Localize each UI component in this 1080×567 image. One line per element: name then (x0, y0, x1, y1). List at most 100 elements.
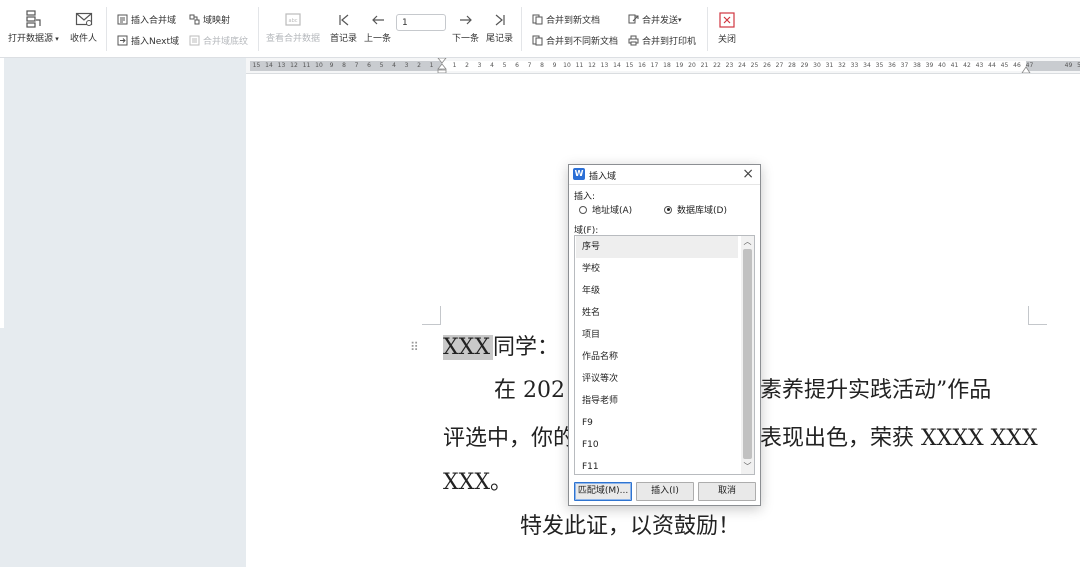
mail-merge-toolbar: 打开数据源 ▾ 收件人 插入合并域 域映射 插入Next域 合并域底纹 abc … (0, 0, 1080, 58)
close-button[interactable]: 关闭 (718, 11, 736, 45)
view-merged-data-button[interactable]: abc 查看合并数据 (266, 12, 320, 44)
ruler-number: 4 (392, 62, 396, 69)
field-list-item[interactable]: 序号 (576, 236, 738, 258)
ruler-number: 31 (825, 62, 834, 69)
radio-database-field[interactable]: 数据库域(D) (664, 203, 727, 216)
margin-corner-mark (422, 306, 441, 325)
dialog-title-bar[interactable]: W 插入域 × (569, 165, 760, 185)
dialog-close-icon[interactable]: × (742, 166, 754, 182)
greeting-line: XXX 同学： (443, 333, 559, 363)
body-line-4: XXX。 (443, 470, 512, 495)
merge-send-button[interactable]: 合并发送 ▾ (628, 13, 682, 26)
first-record-button[interactable]: 首记录 (330, 12, 357, 44)
merge-to-new-document-button[interactable]: 合并到新文档 (532, 13, 600, 26)
ruler-number: 24 (738, 62, 746, 69)
scroll-thumb[interactable] (743, 249, 752, 459)
field-list-item[interactable]: F10 (576, 434, 738, 456)
ruler-number: 1 (429, 62, 434, 69)
ruler-number: 26 (763, 62, 771, 69)
next-record-label: 下一条 (452, 34, 480, 44)
close-icon (719, 12, 735, 28)
merge-placeholder-highlight[interactable]: XXX (443, 335, 493, 360)
insert-merge-field-button[interactable]: 插入合并域 (117, 13, 176, 26)
field-list-item[interactable]: 作品名称 (576, 346, 738, 368)
ruler-number: 2 (465, 62, 469, 69)
merge-to-printer-button[interactable]: 合并到打印机 (628, 34, 696, 47)
ruler-number: 23 (725, 62, 734, 69)
ruler-number: 41 (950, 62, 959, 69)
ruler-number: 29 (800, 62, 809, 69)
field-list-item[interactable]: 指导老师 (576, 390, 738, 412)
body-line-2-end: 素养提升实践活动”作品 (760, 378, 992, 403)
mapping-icon (189, 14, 200, 25)
documents-icon (532, 35, 543, 46)
merge-field-shading-button[interactable]: 合并域底纹 (189, 34, 248, 47)
merge-field-shading-label: 合并域底纹 (203, 37, 249, 47)
recipients-button[interactable]: 收件人 (70, 10, 97, 44)
ruler-number: 37 (900, 62, 909, 69)
ruler-number: 21 (700, 62, 709, 69)
ruler-number: 8 (342, 62, 346, 69)
toolbar-divider (258, 7, 259, 51)
scroll-up-icon[interactable]: ︿ (741, 236, 754, 248)
ruler-number: 4 (490, 62, 494, 69)
ruler-number: 15 (625, 62, 634, 69)
insert-button[interactable]: 插入(I) (636, 482, 694, 501)
ruler-number: 13 (600, 62, 609, 69)
ruler-number: 46 (1013, 62, 1021, 69)
field-list-item[interactable]: F11 (576, 456, 738, 474)
right-indent-marker-icon[interactable] (1021, 63, 1031, 74)
last-record-button[interactable]: 尾记录 (486, 12, 513, 44)
field-list-item[interactable]: 姓名 (576, 302, 738, 324)
paragraph-drag-handle-icon[interactable]: ⠿ (410, 340, 419, 354)
field-list-item[interactable]: 项目 (576, 324, 738, 346)
previous-record-button[interactable]: 上一条 (364, 12, 391, 44)
last-record-label: 尾记录 (486, 34, 514, 44)
send-icon (628, 14, 639, 24)
match-fields-button[interactable]: 匹配域(M)... (574, 482, 632, 501)
ruler-number: 33 (850, 62, 859, 69)
ruler-number: 22 (713, 62, 721, 69)
field-list-item[interactable]: 年级 (576, 280, 738, 302)
ruler-number: 34 (863, 62, 871, 69)
cancel-button[interactable]: 取消 (698, 482, 756, 501)
radio-address-field[interactable]: 地址域(A) (579, 203, 632, 216)
ruler-number: 32 (838, 62, 846, 69)
insert-next-field-button[interactable]: 插入Next域 (117, 34, 179, 47)
ruler-number: 5 (502, 62, 507, 69)
radio-button-checked[interactable] (664, 205, 672, 214)
chevron-down-icon: ▾ (678, 15, 682, 24)
ruler-number: 44 (988, 62, 996, 69)
field-list-item[interactable]: 学校 (576, 258, 738, 280)
field-list-scrollbar[interactable]: ︿ ﹀ (741, 236, 754, 474)
scroll-down-icon[interactable]: ﹀ (741, 461, 754, 473)
ruler-number: 19 (675, 62, 684, 69)
ruler-number: 10 (563, 62, 571, 69)
ruler-number: 18 (663, 62, 671, 69)
ruler-number: 1 (452, 62, 457, 69)
greeting-text: 同学： (493, 335, 560, 360)
field-mapping-button[interactable]: 域映射 (189, 13, 230, 26)
field-list-item[interactable]: F9 (576, 412, 738, 434)
radio-button[interactable] (579, 205, 587, 214)
open-data-source-button[interactable]: 打开数据源 ▾ (8, 10, 59, 44)
merge-to-different-documents-button[interactable]: 合并到不同新文档 (532, 34, 618, 47)
field-list-item[interactable]: 评议等次 (576, 368, 738, 390)
ruler-number: 16 (638, 62, 646, 69)
margin-corner-mark (1028, 306, 1047, 325)
ruler-number: 6 (367, 62, 371, 69)
radio-address-label: 地址域(A) (592, 206, 633, 216)
next-record-button[interactable]: 下一条 (452, 12, 479, 44)
ruler-number: 12 (588, 62, 596, 69)
body-line-3-start: 评选中，你的 (443, 426, 576, 451)
ruler-number: 27 (775, 62, 784, 69)
svg-text:abc: abc (289, 18, 298, 24)
ruler-number: 17 (650, 62, 659, 69)
horizontal-ruler[interactable]: 15 14 13 12 11 10 9 8 7 6 5 4 3 2 1 1 2 3 4 5 6 7 8 9 10 11 12 13 1… (246, 58, 1080, 74)
ruler-number: 8 (540, 62, 544, 69)
ruler-number: 11 (575, 62, 584, 69)
field-list[interactable]: 序号 学校 年级 姓名 项目 作品名称 评议等次 指导老师 F9 F10 F11… (574, 235, 755, 475)
indent-marker-icon[interactable] (437, 58, 447, 74)
chevron-down-icon: ▾ (53, 35, 59, 43)
record-number-input[interactable] (396, 14, 446, 31)
